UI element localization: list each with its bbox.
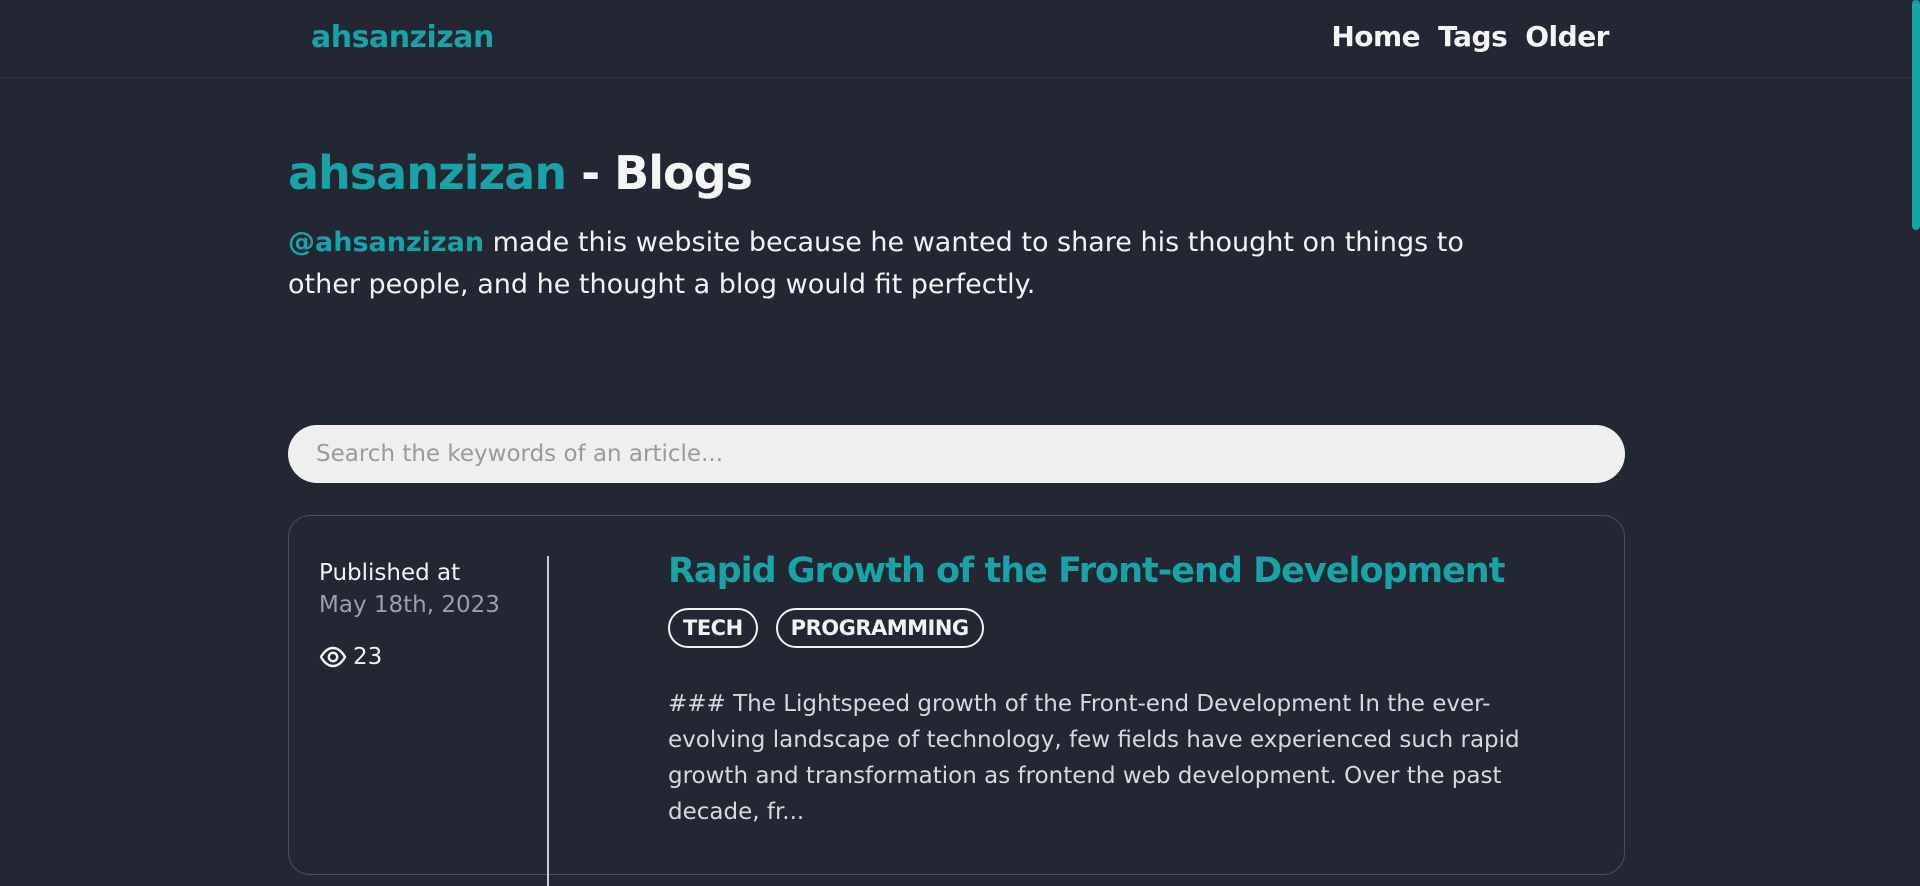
author-handle: @ahsanzizan [288, 227, 485, 258]
view-count: 23 [319, 644, 539, 670]
page-scrollbar-thumb[interactable] [1912, 0, 1920, 230]
article-meta: Published at May 18th, 2023 23 [319, 558, 539, 670]
page-title: ahsanzizan - Blogs [288, 146, 753, 200]
article-title-link[interactable]: Rapid Growth of the Front-end Developmen… [668, 548, 1505, 594]
nav-tags-link[interactable]: Tags [1438, 20, 1508, 53]
article-tags: TECH PROGRAMMING [668, 608, 1568, 648]
article-search-input[interactable] [288, 425, 1625, 483]
published-label: Published at [319, 560, 461, 586]
card-divider [547, 556, 549, 886]
nav-older-link[interactable]: Older [1525, 20, 1609, 53]
article-card[interactable]: Published at May 18th, 2023 23 Rapid Gro… [288, 515, 1625, 886]
intro-paragraph: @ahsanzizan made this website because he… [288, 222, 1538, 306]
article-content: Rapid Growth of the Front-end Developmen… [668, 548, 1568, 830]
main-nav: Home Tags Older [1331, 20, 1609, 53]
eye-icon [319, 646, 347, 668]
tag-tech[interactable]: TECH [668, 608, 758, 648]
top-navbar: ahsanzizan Home Tags Older [0, 0, 1920, 78]
page-title-suffix: - Blogs [566, 146, 753, 200]
view-count-value: 23 [353, 644, 383, 670]
article-excerpt: ### The Lightspeed growth of the Front-e… [668, 691, 1520, 825]
nav-home-link[interactable]: Home [1331, 20, 1420, 53]
tag-programming[interactable]: PROGRAMMING [775, 608, 984, 648]
page-title-accent: ahsanzizan [288, 146, 567, 200]
published-date: May 18th, 2023 [319, 592, 500, 618]
brand-logo-link[interactable]: ahsanzizan [311, 20, 494, 55]
